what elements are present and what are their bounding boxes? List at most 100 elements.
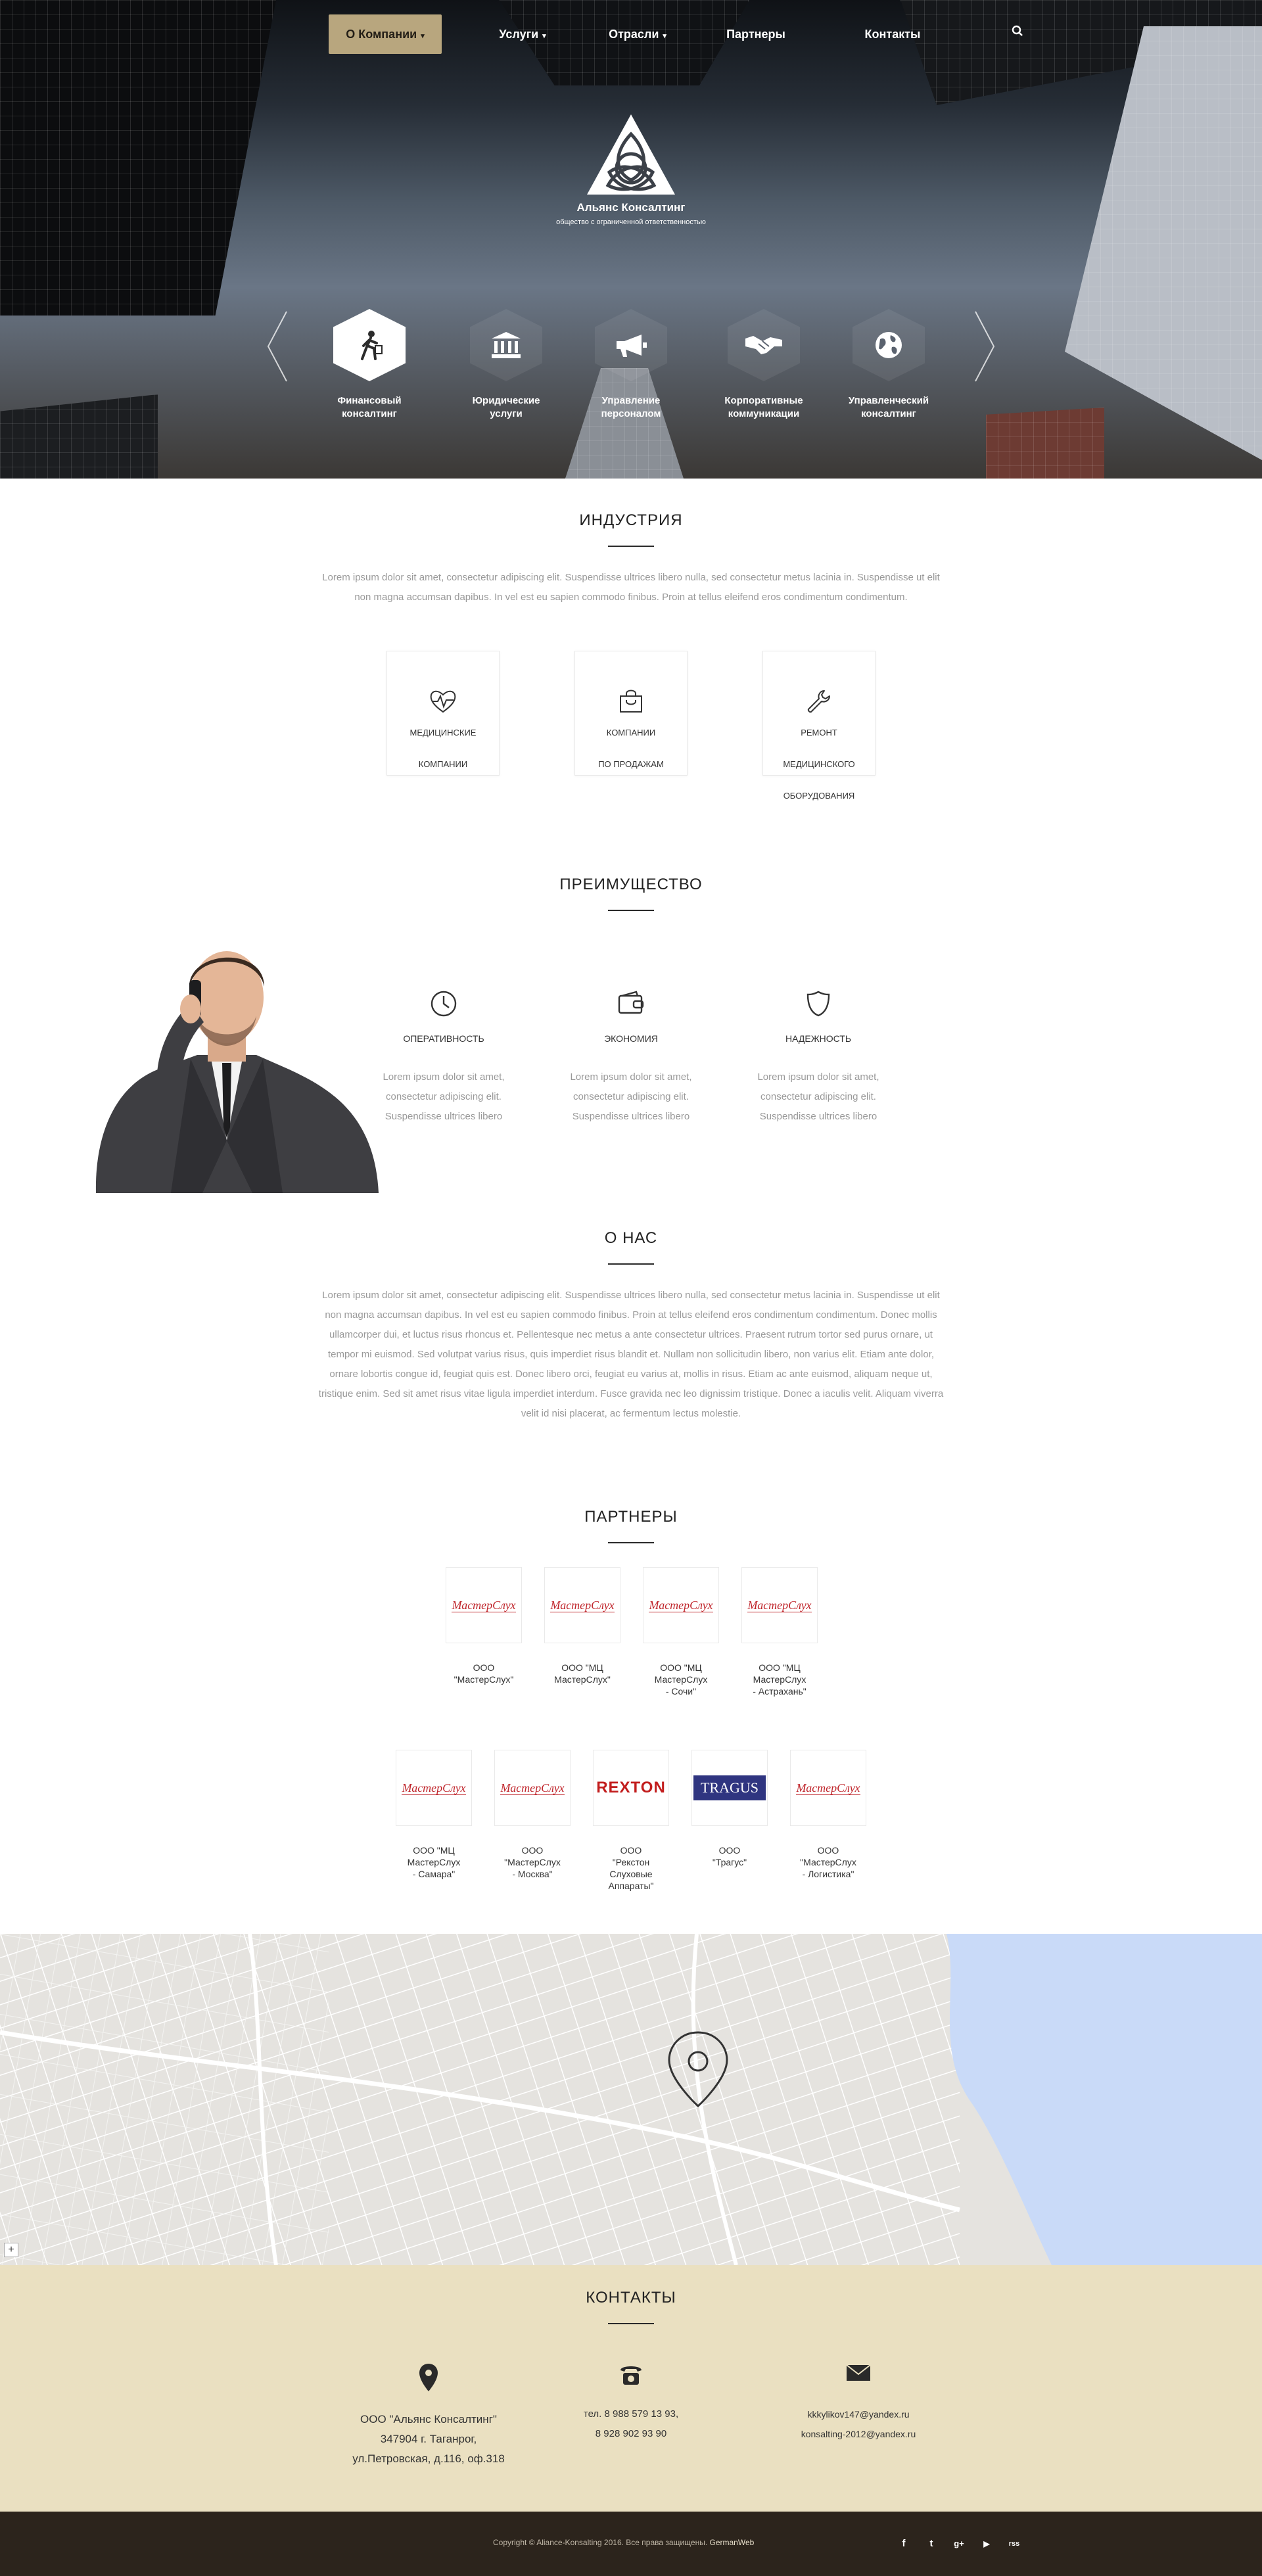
company-logo[interactable]: Альянс Консалтинг общество с ограниченно… [540, 112, 722, 226]
youtube-icon[interactable]: ▶ [978, 2535, 995, 2552]
nav-industries-label: Отрасли [609, 28, 659, 41]
nav-about-label: О Компании [346, 28, 417, 41]
copyright-text: Copyright © Aliance-Konsalting 2016. Все… [493, 2538, 755, 2547]
hero-banner: О Компании ▾ Услуги ▾ Отрасли ▾ Партнеры Ко… [0, 0, 1262, 479]
clock-icon [431, 991, 457, 1017]
person-walking-icon [361, 331, 383, 360]
twitter-icon[interactable]: t [923, 2535, 940, 2552]
partner-item[interactable]: МастерСлух ООО "МЦ МастерСлух" [544, 1567, 620, 1685]
advantage-text: Lorem ipsum dolor sit amet, consectetur a… [383, 1071, 505, 1122]
partner-name: ООО "МЦ МастерСлух" [554, 1662, 611, 1685]
building-right [1065, 26, 1262, 460]
advantage-label: НАДЕЖНОСТЬ [785, 1033, 852, 1044]
contact-email: kkkylikov147@yandex.ru konsalting-2012@ya… [753, 2362, 964, 2444]
service-hex [595, 309, 667, 381]
businessman-image [92, 924, 381, 1193]
slider-prev-arrow[interactable] [264, 310, 291, 383]
partner-logo: МастерСлух [446, 1567, 522, 1643]
nav-services[interactable]: Услуги ▾ [486, 14, 559, 54]
nav-contacts-label: Контакты [864, 28, 921, 41]
location-map[interactable]: + [0, 1934, 1262, 2265]
credit-link[interactable]: GermanWeb [710, 2538, 755, 2547]
partner-item[interactable]: МастерСлух ООО "МЦ МастерСлух - Самара" [396, 1750, 472, 1880]
partner-item[interactable]: МастерСлух ООО "МастерСлух" [446, 1567, 522, 1685]
title-divider [608, 2323, 654, 2324]
advantage-text: Lorem ipsum dolor sit amet, consectetur a… [757, 1071, 879, 1122]
nav-partners[interactable]: Партнеры [716, 14, 795, 54]
service-personnel[interactable]: Управление персоналом [572, 309, 690, 421]
chevron-down-icon: ▾ [421, 32, 425, 40]
partner-logo: МастерСлух [790, 1750, 866, 1826]
service-legal[interactable]: Юридические услуги [447, 309, 565, 421]
advantage-label: ОПЕРАТИВНОСТЬ [403, 1033, 484, 1044]
service-label: Управление персоналом [601, 395, 661, 419]
contact-address: ООО "Альянс Консалтинг" 347904 г. Таганро… [323, 2362, 534, 2469]
chevron-down-icon: ▾ [663, 32, 666, 40]
partner-item[interactable]: МастерСлух ООО "МастерСлух - Логистика" [790, 1750, 866, 1880]
rss-icon[interactable]: rss [1006, 2535, 1023, 2552]
partner-item[interactable]: МастерСлух ООО "МЦ МастерСлух - Астрахань" [741, 1567, 818, 1697]
phone-text[interactable]: тел. 8 988 579 13 93, 8 928 902 93 90 [526, 2404, 736, 2444]
section-title: ПАРТНЕРЫ [584, 1508, 678, 1526]
address-text: ООО "Альянс Консалтинг" 347904 г. Таганро… [352, 2413, 505, 2465]
partner-item[interactable]: TRAGUS ООО "Трагус" [691, 1750, 768, 1868]
title-divider [608, 1542, 654, 1543]
title-divider [608, 546, 654, 547]
section-title: ПРЕИМУЩЕСТВО [559, 876, 703, 893]
service-hex [728, 309, 800, 381]
service-financial-consulting[interactable]: Финансовый консалтинг [310, 309, 429, 421]
main-nav: О Компании ▾ Услуги ▾ Отрасли ▾ Партнеры Ко… [329, 14, 1023, 54]
wrench-icon [807, 690, 830, 713]
service-label: Управленческий консалтинг [848, 395, 929, 419]
nav-partners-label: Партнеры [726, 28, 785, 41]
partner-item[interactable]: REXTON ООО "Рекстон Слуховые Аппараты" [593, 1750, 669, 1892]
partner-logo: МастерСлух [396, 1750, 472, 1826]
industry-card-repair[interactable]: РЕМОНТ МЕДИЦИНСКОГО ОБОРУДОВАНИЯ [762, 651, 876, 801]
partner-logo: TRAGUS [691, 1750, 768, 1826]
service-management-consulting[interactable]: Управленческий консалтинг [830, 309, 948, 421]
site-footer: Copyright © Aliance-Konsalting 2016. Все… [0, 2512, 1262, 2576]
court-building-icon [492, 332, 521, 358]
partner-item[interactable]: МастерСлух ООО "МастерСлух - Москва" [494, 1750, 571, 1880]
email-text[interactable]: kkkylikov147@yandex.ru konsalting-2012@ya… [753, 2404, 964, 2444]
building-bottom-left [0, 394, 158, 479]
shopping-bag-icon [620, 690, 642, 713]
megaphone-icon [617, 335, 647, 357]
title-divider [608, 910, 654, 911]
partner-name: ООО "МастерСлух" [454, 1662, 514, 1685]
search-icon[interactable] [1004, 14, 1031, 54]
industry-card-label: МЕДИЦИНСКИЕ КОМПАНИИ [409, 728, 477, 769]
advantage-economy: ЭКОНОМИЯ Lorem ipsum dolor sit amet, cons… [552, 989, 710, 1127]
about-text: Lorem ipsum dolor sit amet, consectetur … [318, 1290, 944, 1419]
service-hex [853, 309, 925, 381]
about-section: О НАС Lorem ipsum dolor sit amet, consec… [0, 1229, 1262, 1424]
service-label: Юридические услуги [472, 395, 540, 419]
industry-card-medical[interactable]: МЕДИЦИНСКИЕ КОМПАНИИ [386, 651, 500, 776]
heartbeat-icon [430, 690, 456, 713]
google-plus-icon[interactable]: g+ [950, 2535, 968, 2552]
partner-name: ООО "Трагус" [712, 1845, 747, 1867]
facebook-icon[interactable]: f [895, 2535, 912, 2552]
handshake-icon [745, 336, 782, 354]
partner-name: ООО "Рекстон Слуховые Аппараты" [608, 1845, 654, 1891]
map-zoom-button[interactable]: + [4, 2243, 18, 2257]
company-subtitle: общество с ограниченной ответственностью [556, 218, 706, 226]
nav-about[interactable]: О Компании ▾ [329, 14, 442, 54]
service-corporate-communications[interactable]: Корпоративные коммуникации [705, 309, 823, 421]
nav-industries[interactable]: Отрасли ▾ [598, 14, 677, 54]
advantage-speed: ОПЕРАТИВНОСТЬ Lorem ipsum dolor sit amet… [365, 989, 523, 1127]
shield-icon [806, 991, 830, 1017]
partner-item[interactable]: МастерСлух ООО "МЦ МастерСлух - Сочи" [643, 1567, 719, 1697]
slider-next-arrow[interactable] [971, 310, 998, 383]
globe-icon [876, 332, 902, 358]
building-bottom-right [986, 408, 1104, 479]
title-divider [608, 1263, 654, 1265]
partner-name: ООО "МЦ МастерСлух - Астрахань" [753, 1662, 806, 1697]
wallet-icon [618, 991, 644, 1014]
industry-card-sales[interactable]: КОМПАНИИ ПО ПРОДАЖАМ [574, 651, 688, 776]
partner-logo: МастерСлух [741, 1567, 818, 1643]
contacts-section: КОНТАКТЫ ООО "Альянс Консалтинг" 347904 г… [0, 2265, 1262, 2512]
nav-contacts[interactable]: Контакты [854, 14, 931, 54]
map-canvas [0, 1934, 1262, 2265]
service-hex [333, 309, 406, 381]
